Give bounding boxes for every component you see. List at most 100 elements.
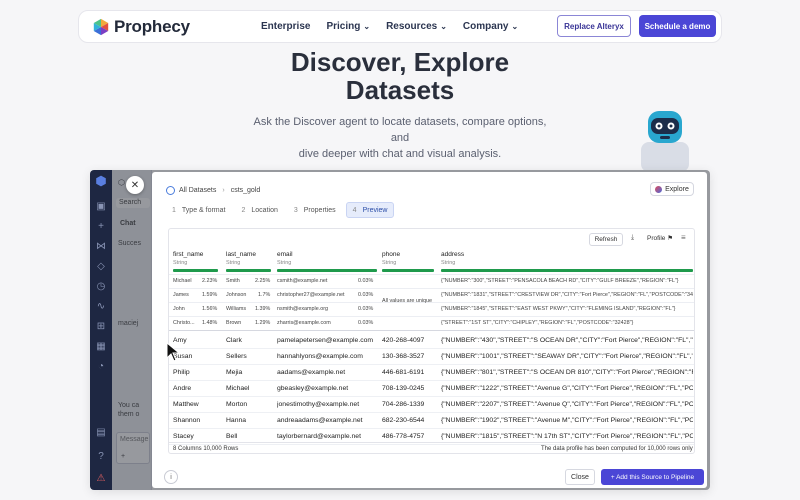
profile-value: James: [173, 292, 189, 298]
step-label: Preview: [362, 206, 388, 214]
chevron-down-icon: ⌄: [440, 22, 447, 31]
step-location[interactable]: 2 Location: [235, 202, 283, 218]
column-type: String: [173, 260, 188, 266]
table-cell: {"NUMBER":"801","STREET":"S OCEAN DR 810…: [441, 369, 693, 376]
table-row[interactable]: Matthew Morton jonestimothy@example.net 704…: [169, 397, 694, 413]
blocks-icon[interactable]: ⊞: [95, 320, 107, 332]
close-icon[interactable]: ✕: [126, 176, 144, 194]
table-cell: {"NUMBER":"1902","STREET":"Avenue M","CI…: [441, 417, 693, 424]
explore-button[interactable]: Explore: [650, 182, 694, 196]
profile-value: csmith@example.net: [277, 278, 328, 284]
column-header[interactable]: last_name: [226, 251, 256, 258]
nav-link-enterprise[interactable]: Enterprise: [261, 21, 310, 32]
nav-link-pricing[interactable]: Pricing ⌄: [326, 21, 370, 32]
completeness-bar: [382, 269, 434, 272]
help-icon[interactable]: ?: [95, 450, 107, 462]
breadcrumb: All Datasets › csts_gold: [166, 186, 260, 195]
column-type: String: [382, 260, 397, 266]
profile-value: {"STREET":"1ST ST","CITY":"CHIPLEY","REG…: [441, 320, 634, 326]
profile-toggle[interactable]: Profile ⚑: [647, 234, 673, 242]
table-cell: Shannon: [173, 417, 201, 424]
filter-icon[interactable]: ≡: [681, 233, 686, 242]
grid-toolbar: Refresh ⤓ Profile ⚑ ≡: [169, 229, 694, 249]
table-row[interactable]: Shannon Hanna andreaadams@example.net 682-2…: [169, 413, 694, 429]
history-icon[interactable]: ◔: [95, 360, 107, 372]
step-label: Type & format: [181, 206, 226, 214]
table-row[interactable]: Philip Mejia aadams@example.net 446-681-619…: [169, 365, 694, 381]
table-cell: Clark: [226, 337, 242, 344]
table-row[interactable]: Amy Clark pamelapetersen@example.com 420-26…: [169, 333, 694, 349]
profile-value: Michael: [173, 278, 192, 284]
nav-link-company[interactable]: Company ⌄: [463, 21, 518, 32]
profile-pct: 1.39%: [255, 306, 271, 312]
column-type: String: [441, 260, 456, 266]
folder-icon[interactable]: ▣: [95, 200, 107, 212]
column-header[interactable]: address: [441, 251, 464, 258]
profile-value: {"NUMBER":"1831","STREET":"CRESTVIEW DR"…: [441, 292, 693, 298]
table-cell: {"NUMBER":"1222","STREET":"Avenue G","CI…: [441, 385, 693, 392]
pulse-icon[interactable]: ∿: [95, 300, 107, 312]
step-properties[interactable]: 3 Properties: [288, 202, 342, 218]
step-number: 1: [172, 206, 176, 214]
table-row[interactable]: Susan Sellers hannahlyons@example.com 130-3…: [169, 349, 694, 365]
completeness-bar: [441, 269, 693, 272]
add-to-pipeline-button[interactable]: + Add this Source to Pipeline: [601, 469, 704, 485]
table-cell: Philip: [173, 369, 190, 376]
table-cell: 486-778-4757: [382, 433, 425, 440]
table-cell: taylorbernard@example.net: [277, 433, 361, 440]
table-cell: Hanna: [226, 417, 247, 424]
nav-link-label: Enterprise: [261, 21, 311, 32]
profile-value: Williams: [226, 306, 247, 312]
table-cell: Michael: [226, 385, 250, 392]
brand-logo[interactable]: Prophecy: [92, 17, 190, 37]
table-cell: {"NUMBER":"1001","STREET":"SEAWAY DR","C…: [441, 353, 693, 360]
clock-icon[interactable]: ◷: [95, 280, 107, 292]
completeness-bar: [226, 269, 271, 272]
hero-subtitle-line: dive deeper with chat and visual analysi…: [298, 148, 502, 160]
tag-icon[interactable]: ◇: [95, 260, 107, 272]
column-header[interactable]: first_name: [173, 251, 203, 258]
profile-pct: 0.03%: [358, 292, 374, 298]
table-cell: Andre: [173, 385, 192, 392]
table-cell: 704-286-1339: [382, 401, 425, 408]
unique-values-note: All values are unique: [382, 298, 433, 304]
add-icon[interactable]: +: [95, 220, 107, 232]
step-number: 3: [293, 206, 298, 214]
profile-pct: 2.25%: [255, 278, 271, 284]
step-preview[interactable]: 4 Preview: [345, 202, 395, 218]
column-type: String: [226, 260, 241, 266]
explore-label: Explore: [665, 185, 689, 193]
replace-alteryx-button[interactable]: Replace Alteryx: [557, 15, 631, 37]
explore-icon: [655, 185, 663, 193]
robot-mascot-icon: [641, 111, 689, 172]
schedule-demo-button[interactable]: Schedule a demo: [639, 15, 716, 37]
profile-value: {"NUMBER":"300","STREET":"PENSACOLA BEAC…: [441, 278, 679, 284]
app-logo-icon[interactable]: [95, 175, 107, 187]
warning-icon[interactable]: ⚠: [95, 472, 107, 484]
profile-pct: 1.48%: [202, 320, 218, 326]
table-row[interactable]: Andre Michael gbeasley@example.net 708-139-…: [169, 381, 694, 397]
close-button[interactable]: Close: [565, 469, 595, 485]
breadcrumb-root[interactable]: All Datasets: [179, 187, 216, 194]
profile-value: Brown: [226, 320, 242, 326]
nav-link-label: Company: [462, 21, 509, 32]
flag-icon: ⚑: [667, 235, 674, 242]
column-header[interactable]: email: [277, 251, 293, 258]
grid-icon[interactable]: ▦: [95, 340, 107, 352]
nav-link-resources[interactable]: Resources ⌄: [386, 21, 447, 32]
graph-icon[interactable]: ⋈: [95, 240, 107, 252]
table-cell: Stacey: [173, 433, 194, 440]
step-type-format[interactable]: 1 Type & format: [166, 202, 231, 218]
info-icon[interactable]: i: [164, 470, 178, 484]
calendar-icon[interactable]: ▤: [95, 426, 107, 438]
column-type: String: [277, 260, 292, 266]
table-cell: 708-139-0245: [382, 385, 425, 392]
download-icon[interactable]: ⤓: [631, 234, 634, 242]
completeness-bar: [277, 269, 377, 272]
nav-link-label: Pricing: [326, 21, 361, 32]
table-cell: gbeasley@example.net: [277, 385, 349, 392]
divider: [169, 316, 694, 317]
refresh-button[interactable]: Refresh: [589, 233, 623, 246]
profile-note: The data profile has been computed for 1…: [541, 446, 693, 452]
column-header[interactable]: phone: [382, 251, 400, 258]
